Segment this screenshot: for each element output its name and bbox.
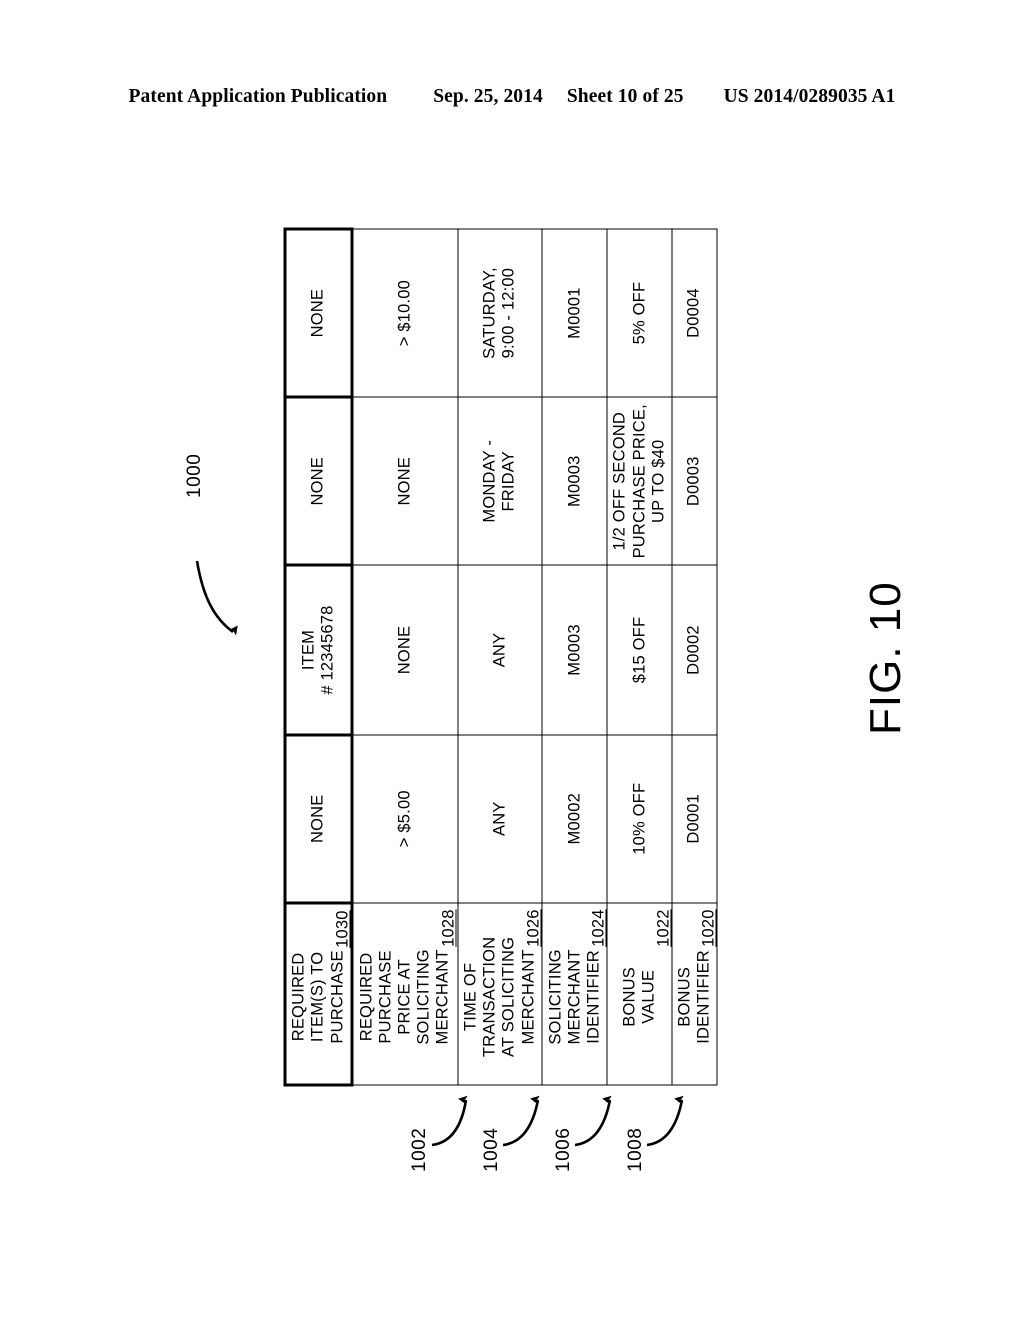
bonus-table: REQUIRED ITEM(S) TO PURCHASE 1030 NONE I… xyxy=(283,227,717,1086)
column-header-soliciting-merchant-identifier: SOLICITING MERCHANT IDENTIFIER 1024 xyxy=(541,902,608,1085)
column-header-ref: 1022 xyxy=(653,908,672,947)
table-cell: > $10.00 xyxy=(351,228,458,397)
column-header-label: BONUS VALUE xyxy=(619,966,658,1027)
column-header-label: REQUIRED PURCHASE PRICE AT SOLICITING ME… xyxy=(356,948,452,1045)
table-cell: ITEM # 12345678 xyxy=(284,564,352,735)
column-header-time-of-transaction: TIME OF TRANSACTION AT SOLICITING MERCHA… xyxy=(457,902,543,1085)
table-cell: D0003 xyxy=(671,396,717,565)
table-cell: $15 OFF xyxy=(606,564,672,735)
table-cell: M0001 xyxy=(541,228,607,397)
table-cell: NONE xyxy=(351,564,458,735)
table-cell: NONE xyxy=(284,228,352,397)
table-cell: ANY xyxy=(457,564,542,735)
table-cell: 1/2 OFF SECOND PURCHASE PRICE, UP TO $40 xyxy=(606,396,672,565)
table-cell: MONDAY - FRIDAY xyxy=(457,396,542,565)
table-cell: 10% OFF xyxy=(606,734,672,903)
column-header-ref: 1030 xyxy=(332,909,351,948)
table-cell: > $5.00 xyxy=(351,734,458,903)
column-header-required-purchase-price: REQUIRED PURCHASE PRICE AT SOLICITING ME… xyxy=(351,902,458,1085)
table-cell: D0002 xyxy=(671,564,717,735)
row-callout-1006: 1006 xyxy=(553,1127,574,1172)
table-cell: NONE xyxy=(284,396,352,565)
table-cell: ANY xyxy=(457,734,542,903)
table-column-bonus-value: BONUS VALUE 1022 10% OFF $15 OFF 1/2 OFF… xyxy=(606,228,672,1085)
column-header-ref: 1028 xyxy=(439,908,458,947)
bonus-table-wrapper: REQUIRED ITEM(S) TO PURCHASE 1030 NONE I… xyxy=(283,227,717,1086)
figure-10: REQUIRED ITEM(S) TO PURCHASE 1030 NONE I… xyxy=(0,0,1024,1320)
table-cell: NONE xyxy=(284,734,352,903)
table-cell: 5% OFF xyxy=(606,228,672,397)
row-callout-1002: 1002 xyxy=(409,1127,430,1172)
table-column-bonus-identifier: BONUS IDENTIFIER 1020 D0001 D0002 D0003 … xyxy=(671,228,717,1085)
table-column-soliciting-merchant-identifier: SOLICITING MERCHANT IDENTIFIER 1024 M000… xyxy=(541,228,608,1085)
table-column-time-of-transaction: TIME OF TRANSACTION AT SOLICITING MERCHA… xyxy=(457,228,543,1085)
table-cell: D0001 xyxy=(671,734,717,903)
column-header-bonus-identifier: BONUS IDENTIFIER 1020 xyxy=(671,902,717,1085)
column-header-ref: 1026 xyxy=(524,908,543,947)
row-callout-1008: 1008 xyxy=(625,1127,646,1172)
table-column-required-purchase-price: REQUIRED PURCHASE PRICE AT SOLICITING ME… xyxy=(351,228,458,1085)
table-cell: D0004 xyxy=(671,228,717,397)
table-cell: NONE xyxy=(351,396,458,565)
row-callout-1004: 1004 xyxy=(481,1127,502,1172)
column-header-ref: 1020 xyxy=(698,908,717,947)
table-cell: SATURDAY, 9:00 - 12:00 xyxy=(457,228,542,397)
figure-caption: FIG. 10 xyxy=(861,581,910,735)
column-header-bonus-value: BONUS VALUE 1022 xyxy=(606,902,672,1085)
column-header-required-items: REQUIRED ITEM(S) TO PURCHASE 1030 xyxy=(284,902,352,1085)
table-cell: M0003 xyxy=(541,564,607,735)
figure-reference-1000: 1000 xyxy=(184,453,205,498)
table-cell: M0002 xyxy=(541,734,607,903)
table-column-required-items: REQUIRED ITEM(S) TO PURCHASE 1030 NONE I… xyxy=(284,228,352,1085)
column-header-ref: 1024 xyxy=(589,908,608,947)
table-cell: M0003 xyxy=(541,396,607,565)
